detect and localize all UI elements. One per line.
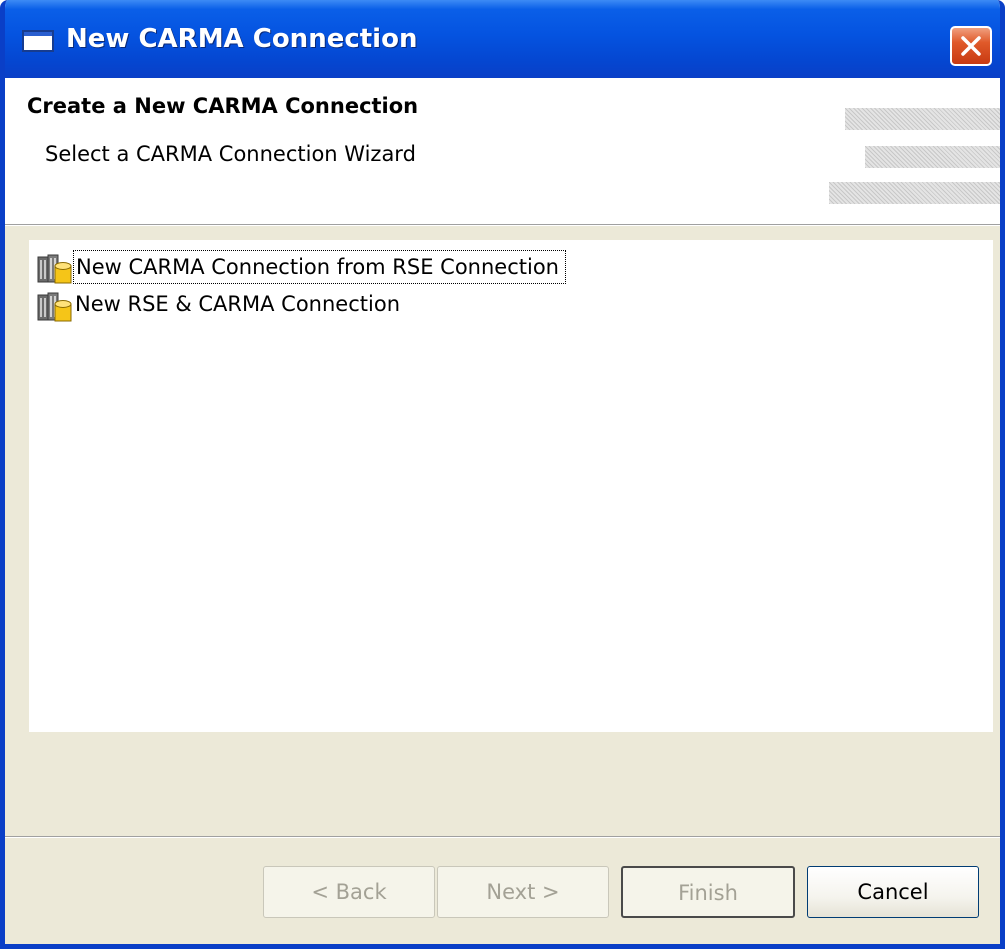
back-button[interactable]: < Back [263,866,435,918]
finish-button[interactable]: Finish [621,866,795,918]
connection-icon [37,292,72,322]
banner-graphic [845,108,1000,130]
window-icon [22,30,54,52]
next-button[interactable]: Next > [437,866,609,918]
connection-icon [37,254,72,284]
header-separator-highlight [5,225,1000,226]
banner-graphic [865,146,1000,168]
wizard-dialog: New CARMA Connection Create a New CARMA … [0,0,1005,949]
title-bar[interactable]: New CARMA Connection [5,0,1000,78]
wizard-item-label: New RSE & CARMA Connection [75,292,400,316]
banner-graphic [829,182,1000,204]
close-icon [961,36,981,56]
page-title: Create a New CARMA Connection [27,94,419,118]
close-button[interactable] [950,26,992,66]
wizard-list[interactable]: New CARMA Connection from RSE Connection… [29,240,993,732]
footer-separator-highlight [5,837,1000,838]
wizard-header: Create a New CARMA Connection Select a C… [5,78,1000,224]
window-title: New CARMA Connection [66,24,418,54]
wizard-item-label: New CARMA Connection from RSE Connection [73,250,566,284]
cancel-button[interactable]: Cancel [807,866,979,918]
page-description: Select a CARMA Connection Wizard [45,142,416,166]
